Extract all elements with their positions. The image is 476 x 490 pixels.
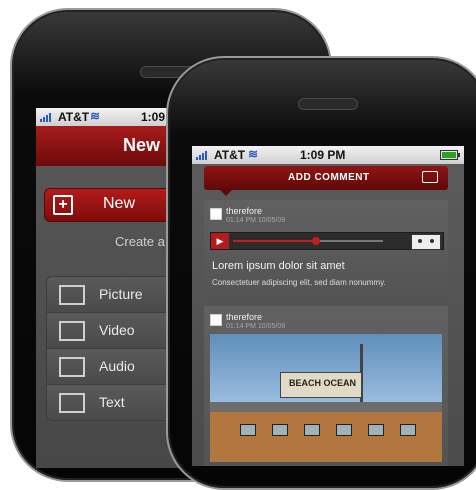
play-button[interactable]: ▶: [211, 233, 229, 249]
username[interactable]: therefore: [226, 312, 262, 322]
post-title: Lorem ipsum dolor sit amet: [212, 260, 345, 272]
audio-progress-fill: [233, 240, 316, 242]
photo-window: [272, 424, 288, 436]
timestamp: 01:14 PM 10/05/09: [226, 217, 286, 224]
menu-item-label: Audio: [99, 358, 135, 374]
picture-icon: [59, 285, 85, 305]
speaker-grill: [298, 98, 358, 110]
front-screen: AT&T ≋ 1:09 PM ADD COMMENT therefore 01:…: [192, 146, 464, 466]
photo-window: [400, 424, 416, 436]
avatar-icon: [210, 208, 222, 220]
photo-sign: BEACH OCEAN: [280, 372, 362, 398]
photo-window: [304, 424, 320, 436]
page-title: New: [123, 135, 161, 155]
timestamp: 01:14 PM 10/05/09: [226, 323, 286, 330]
audio-progress-track[interactable]: [233, 237, 383, 245]
status-bar: AT&T ≋ 1:09 PM: [192, 146, 464, 164]
photo-building: [210, 412, 442, 462]
create-prompt: Create a: [115, 234, 165, 249]
photo-window: [240, 424, 256, 436]
add-comment-label: ADD COMMENT: [288, 172, 370, 183]
carrier: AT&T: [214, 148, 246, 162]
signal-icon: [40, 113, 56, 122]
audio-player: ▶: [210, 232, 444, 250]
username[interactable]: therefore: [226, 206, 262, 216]
time: 1:09: [141, 110, 166, 124]
cassette-icon: [411, 234, 441, 250]
post-card: therefore 01:14 PM 10/05/09 ▶ Lorem ipsu…: [204, 200, 448, 300]
video-icon: [59, 321, 85, 341]
photo-sign-text: BEACH OCEAN: [289, 378, 357, 388]
comment-icon: [422, 171, 438, 183]
menu-item-label: Video: [99, 322, 135, 338]
post-card: therefore 01:14 PM 10/05/09 BEACH OCEAN: [204, 306, 448, 466]
photo-window: [336, 424, 352, 436]
plus-icon: +: [53, 195, 73, 215]
wifi-icon: ≋: [90, 109, 101, 123]
front-phone: AT&T ≋ 1:09 PM ADD COMMENT therefore 01:…: [166, 56, 476, 490]
new-button-label: New: [103, 195, 136, 212]
text-icon: [59, 393, 85, 413]
time: 1:09 PM: [300, 148, 346, 162]
battery-icon: [440, 150, 460, 160]
avatar-icon: [210, 314, 222, 326]
carrier: AT&T: [58, 110, 90, 124]
menu-item-label: Text: [99, 394, 125, 410]
post-body: Consectetuer adipiscing elit, sed diam n…: [212, 278, 386, 287]
photo-window: [368, 424, 384, 436]
add-comment-button[interactable]: ADD COMMENT: [204, 166, 448, 196]
wifi-icon: ≋: [248, 147, 259, 161]
audio-progress-knob[interactable]: [311, 237, 320, 245]
audio-icon: [59, 357, 85, 377]
signal-icon: [196, 151, 212, 160]
post-photo[interactable]: BEACH OCEAN: [210, 334, 442, 462]
menu-item-label: Picture: [99, 286, 143, 302]
photo-roof: [210, 402, 442, 412]
